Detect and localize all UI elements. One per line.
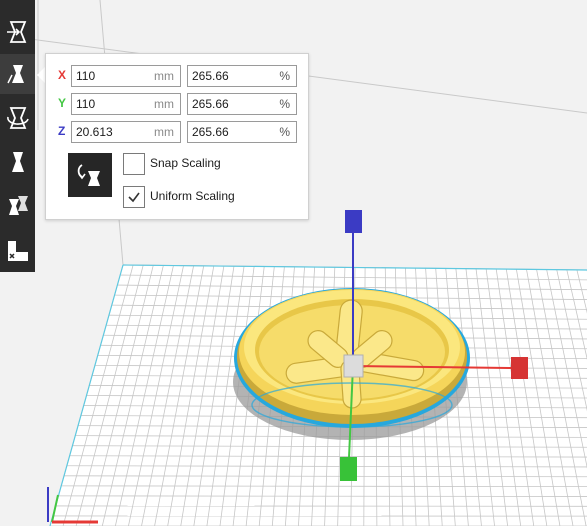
z-axis-handle[interactable] <box>345 210 362 233</box>
y-size-value: 110 <box>76 97 96 111</box>
checkmark-icon <box>128 192 140 203</box>
mirror-tool-icon <box>11 152 24 172</box>
support-blocker-button[interactable] <box>0 231 35 271</box>
y-axis-handle[interactable] <box>340 457 357 481</box>
y-size-unit: mm <box>154 97 174 111</box>
x-axis-handle[interactable] <box>511 357 528 379</box>
y-percent-unit: % <box>279 97 290 111</box>
z-size-input[interactable]: 20.613 mm <box>71 121 181 143</box>
tool-sidebar <box>0 0 35 272</box>
uniform-scaling-checkbox[interactable] <box>123 186 145 208</box>
uniform-scaling-label: Uniform Scaling <box>150 189 235 203</box>
x-size-value: 110 <box>76 69 96 83</box>
z-percent-value: 265.66 <box>192 125 229 139</box>
move-tool-button[interactable] <box>0 12 35 52</box>
snap-scaling-label: Snap Scaling <box>150 156 221 170</box>
scale-row-z: Z 20.613 mm 265.66 % <box>46 121 308 143</box>
lay-flat-icon <box>77 164 100 186</box>
x-percent-input[interactable]: 265.66 % <box>187 65 297 87</box>
scale-panel: X 110 mm 265.66 % Y 110 mm 265.66 % Z 20… <box>45 53 309 220</box>
axis-label-y: Y <box>58 96 67 110</box>
snap-scaling-checkbox[interactable] <box>123 153 145 175</box>
x-percent-unit: % <box>279 69 290 83</box>
axis-label-z: Z <box>58 124 66 138</box>
x-size-unit: mm <box>154 69 174 83</box>
uniform-scale-handle[interactable] <box>343 354 364 378</box>
mirror-tool-button[interactable] <box>0 142 35 182</box>
x-percent-value: 265.66 <box>192 69 229 83</box>
y-size-input[interactable]: 110 mm <box>71 93 181 115</box>
rotate-tool-button[interactable] <box>0 98 35 138</box>
per-model-settings-button[interactable] <box>0 186 35 226</box>
per-model-settings-icon <box>8 196 28 215</box>
scale-row-x: X 110 mm 265.66 % <box>46 65 308 87</box>
z-size-unit: mm <box>154 125 174 139</box>
z-percent-input[interactable]: 265.66 % <box>187 121 297 143</box>
scale-tool-icon <box>6 65 24 84</box>
support-blocker-icon <box>7 241 28 261</box>
rotate-tool-icon <box>6 107 29 129</box>
z-size-value: 20.613 <box>76 125 113 139</box>
x-size-input[interactable]: 110 mm <box>71 65 181 87</box>
y-percent-value: 265.66 <box>192 97 229 111</box>
z-percent-unit: % <box>279 125 290 139</box>
lay-flat-button[interactable] <box>68 153 112 197</box>
scale-tool-button[interactable] <box>0 54 35 94</box>
scale-row-y: Y 110 mm 265.66 % <box>46 93 308 115</box>
axis-label-x: X <box>58 68 67 82</box>
move-tool-icon <box>6 21 26 43</box>
y-percent-input[interactable]: 265.66 % <box>187 93 297 115</box>
